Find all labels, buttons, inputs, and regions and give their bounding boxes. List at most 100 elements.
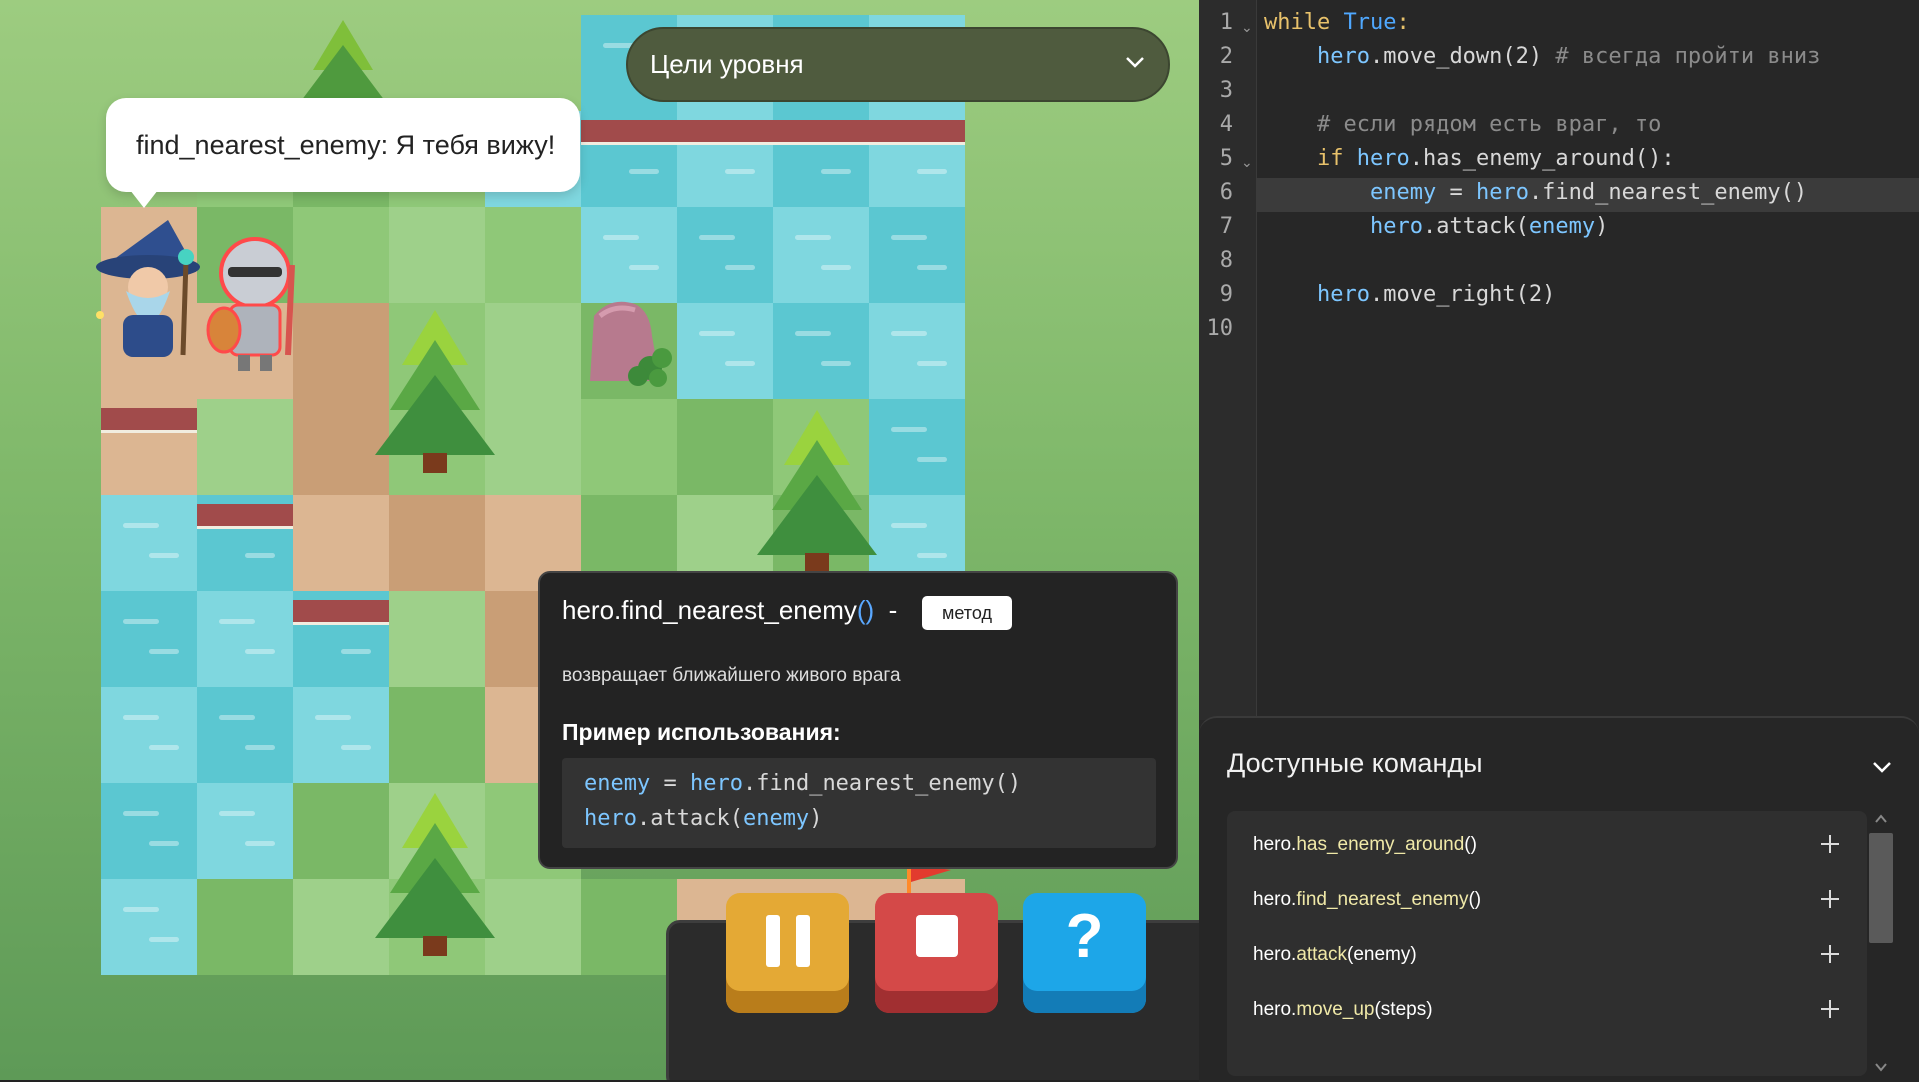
line-number: 10 xyxy=(1206,316,1234,341)
code-line-1[interactable]: while True: xyxy=(1264,10,1410,35)
rock xyxy=(590,301,672,387)
line-number: 2 xyxy=(1219,44,1233,69)
water-ledge xyxy=(101,408,197,433)
grass-tile xyxy=(389,687,485,783)
sand-tile xyxy=(293,495,389,591)
tooltip-method-name: hero.find_nearest_enemy xyxy=(562,595,857,625)
grass-tile xyxy=(485,207,581,303)
tooltip-dash: - xyxy=(888,595,898,625)
example-line: enemy = hero.find_nearest_enemy() xyxy=(584,771,1022,796)
speech-bubble: find_nearest_enemy: Я тебя вижу! xyxy=(106,98,580,208)
help-icon: ? xyxy=(1065,902,1104,971)
code-line-2[interactable]: hero.move_down(2) # всегда пройти вниз xyxy=(1264,44,1820,69)
water-tile xyxy=(101,879,197,975)
grass-tile xyxy=(389,591,485,687)
chevron-down-icon[interactable] xyxy=(1871,756,1893,778)
add-command-icon[interactable] xyxy=(1819,833,1841,855)
water-tile xyxy=(773,303,869,399)
stop-button[interactable] xyxy=(875,893,998,1013)
line-number: 4 xyxy=(1219,112,1233,137)
line-number: 7 xyxy=(1219,214,1233,239)
water-tile xyxy=(869,399,965,495)
water-tile xyxy=(677,303,773,399)
available-commands-panel: Доступные команды hero.has_enemy_around(… xyxy=(1199,716,1919,1082)
water-tile xyxy=(101,495,197,591)
example-label: Пример использования: xyxy=(562,719,841,745)
command-item[interactable]: hero.attack(enemy) xyxy=(1227,929,1847,984)
method-tooltip: hero.find_nearest_enemy() - метод возвра… xyxy=(538,571,1178,869)
level-goals-dropdown[interactable]: Цели уровня xyxy=(626,27,1170,102)
water-tile xyxy=(197,687,293,783)
command-text: hero.find_nearest_enemy() xyxy=(1253,889,1482,910)
scroll-down-icon[interactable] xyxy=(1874,1061,1888,1073)
grass-tile xyxy=(389,207,485,303)
water-tile xyxy=(773,207,869,303)
water-tile xyxy=(101,687,197,783)
water-tile xyxy=(869,207,965,303)
tree xyxy=(757,410,877,573)
help-button[interactable]: ? xyxy=(1023,893,1146,1013)
method-badge: метод xyxy=(922,596,1012,630)
code-line-9[interactable]: hero.move_right(2) xyxy=(1264,282,1555,307)
example-code: enemy = hero.find_nearest_enemy() hero.a… xyxy=(562,758,1156,848)
commands-list: hero.has_enemy_around() hero.find_nearest… xyxy=(1227,811,1867,1076)
water-ledge xyxy=(293,600,389,625)
level-goals-label: Цели уровня xyxy=(650,49,804,79)
water-tile xyxy=(197,783,293,879)
tree xyxy=(375,793,495,956)
scrollbar-thumb[interactable] xyxy=(1869,833,1893,943)
line-number: 8 xyxy=(1219,248,1233,273)
grass-tile xyxy=(581,399,677,495)
water-tile xyxy=(581,207,677,303)
speech-text: find_nearest_enemy: Я тебя вижу! xyxy=(136,129,556,160)
scroll-up-icon[interactable] xyxy=(1874,813,1888,825)
command-text: hero.has_enemy_around() xyxy=(1253,834,1477,855)
line-number: 1 xyxy=(1219,10,1233,35)
water-tile xyxy=(101,783,197,879)
water-tile xyxy=(677,207,773,303)
stop-icon xyxy=(916,915,958,957)
tooltip-title: hero.find_nearest_enemy() - xyxy=(562,595,897,626)
code-line-6[interactable]: enemy = hero.find_nearest_enemy() xyxy=(1264,180,1807,205)
tree xyxy=(375,310,495,473)
command-text: hero.attack(enemy) xyxy=(1253,944,1417,965)
add-command-icon[interactable] xyxy=(1819,888,1841,910)
water-tile xyxy=(869,303,965,399)
line-number: 5 xyxy=(1219,146,1233,171)
command-text: hero.move_up(steps) xyxy=(1253,999,1433,1020)
water-tile xyxy=(197,591,293,687)
commands-scrollbar[interactable] xyxy=(1868,811,1894,1076)
chevron-down-icon xyxy=(1126,57,1144,68)
command-item[interactable]: hero.find_nearest_enemy() xyxy=(1227,874,1847,929)
add-command-icon[interactable] xyxy=(1819,943,1841,965)
example-line: hero.attack(enemy) xyxy=(584,806,823,831)
code-line-5[interactable]: if hero.has_enemy_around(): xyxy=(1264,146,1675,171)
fold-icon[interactable]: ⌄ xyxy=(1241,20,1253,36)
tree-top xyxy=(298,20,388,105)
wizard-hero xyxy=(96,220,200,357)
fold-icon[interactable]: ⌄ xyxy=(1241,155,1253,171)
water-ledge xyxy=(581,120,965,145)
command-item[interactable]: hero.has_enemy_around() xyxy=(1227,819,1847,874)
water-ledge xyxy=(197,504,293,529)
knight-enemy xyxy=(206,237,295,371)
code-line-4[interactable]: # если рядом есть враг, то xyxy=(1264,112,1661,137)
grass-tile xyxy=(581,879,677,975)
commands-title: Доступные команды xyxy=(1227,748,1483,778)
water-tile xyxy=(101,591,197,687)
tooltip-description: возвращает ближайшего живого врага xyxy=(562,665,901,686)
line-number: 3 xyxy=(1219,78,1233,103)
grass-tile xyxy=(197,399,293,495)
line-number: 9 xyxy=(1219,282,1233,307)
line-gutter xyxy=(1199,0,1257,720)
water-tile xyxy=(293,687,389,783)
pause-button[interactable] xyxy=(726,893,849,1013)
tooltip-parens: () xyxy=(856,595,875,625)
command-item[interactable]: hero.move_up(steps) xyxy=(1227,984,1847,1039)
code-line-7[interactable]: hero.attack(enemy) xyxy=(1264,214,1608,239)
sand-tile xyxy=(389,495,485,591)
grass-tile xyxy=(197,879,293,975)
add-command-icon[interactable] xyxy=(1819,998,1841,1020)
game-view: find_nearest_enemy: Я тебя вижу! Цели ур… xyxy=(0,0,1199,1080)
line-number: 6 xyxy=(1219,180,1233,205)
